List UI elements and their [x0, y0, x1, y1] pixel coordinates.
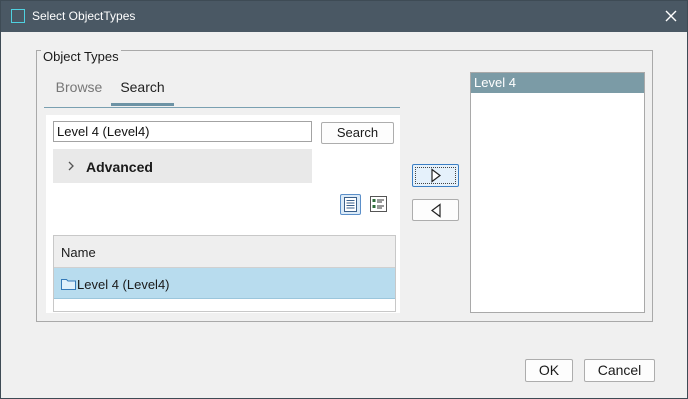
object-types-legend: Object Types: [41, 49, 121, 64]
add-to-selection-button[interactable]: [412, 164, 459, 187]
chevron-right-icon: [68, 161, 74, 171]
tab-search[interactable]: Search: [111, 77, 174, 105]
arrow-left-icon: [431, 203, 441, 218]
column-header-name[interactable]: Name: [61, 245, 96, 260]
row-name: Level 4 (Level4): [77, 277, 170, 292]
select-objecttypes-dialog: Select ObjectTypes Object Types Browse S…: [0, 0, 688, 399]
list-view-icon: [344, 197, 357, 212]
detail-view-button[interactable]: [368, 194, 389, 215]
detail-view-icon: [370, 196, 387, 212]
advanced-expander[interactable]: Advanced: [53, 149, 312, 183]
tab-divider: [44, 107, 400, 108]
advanced-label: Advanced: [86, 159, 153, 175]
results-table: Name Level 4 (Level4): [53, 235, 396, 312]
search-input[interactable]: [53, 121, 312, 142]
search-button[interactable]: Search: [321, 122, 394, 144]
selected-object-types-list[interactable]: Level 4: [470, 72, 645, 313]
folder-icon: [61, 279, 76, 290]
close-icon: [665, 10, 677, 22]
table-header: Name: [54, 236, 395, 268]
table-row[interactable]: Level 4 (Level4): [54, 268, 395, 299]
close-button[interactable]: [661, 6, 681, 26]
window-icon: [11, 9, 25, 23]
list-item[interactable]: Level 4: [471, 73, 644, 93]
ok-button[interactable]: OK: [525, 359, 573, 382]
title-bar: Select ObjectTypes: [1, 1, 687, 32]
active-tab-indicator: [111, 103, 174, 106]
cancel-button[interactable]: Cancel: [584, 359, 655, 382]
tab-browse[interactable]: Browse: [47, 77, 111, 105]
arrow-right-icon: [431, 168, 441, 183]
remove-from-selection-button[interactable]: [412, 199, 459, 221]
list-view-button[interactable]: [340, 194, 361, 215]
window-title: Select ObjectTypes: [32, 9, 136, 23]
